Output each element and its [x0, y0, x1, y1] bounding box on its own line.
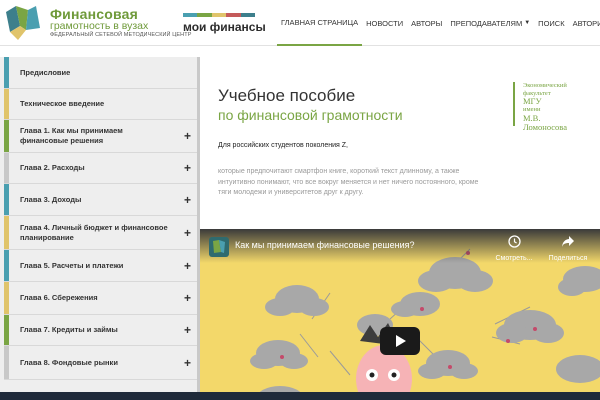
watch-later-button[interactable]: Смотреть...	[494, 235, 534, 262]
plus-icon[interactable]: +	[184, 129, 191, 143]
sidebar-item-label: Глава 1. Как мы принимаем финансовые реш…	[20, 126, 123, 145]
sidebar-item-label: Техническое введение	[20, 99, 105, 108]
sidebar-item-chapter-6[interactable]: Глава 6. Сбережения +	[4, 282, 197, 315]
plus-icon[interactable]: +	[184, 193, 191, 207]
page-title: Учебное пособие	[218, 86, 356, 105]
item-accent	[4, 315, 9, 345]
sidebar-item-tech-intro[interactable]: Техническое введение	[4, 89, 197, 120]
share-button[interactable]: Поделиться	[548, 235, 588, 262]
nav-search-label: ПОИСК	[538, 18, 565, 28]
nav-teachers-label: ПРЕПОДАВАТЕЛЯМ	[450, 18, 523, 28]
sidebar-item-label: Предисловие	[20, 67, 71, 77]
brand-color-bars	[183, 13, 256, 17]
caret-down-icon: ▼	[524, 20, 531, 26]
clock-icon	[507, 235, 521, 248]
item-accent	[4, 216, 9, 249]
plus-icon[interactable]: +	[184, 226, 191, 240]
main-nav: ГЛАВНАЯ СТРАНИЦА НОВОСТИ АВТОРЫ ПРЕПОДАВ…	[277, 0, 600, 46]
item-accent	[4, 346, 9, 379]
sidebar-item-label: Глава 8. Фондовые рынки	[20, 357, 118, 367]
item-accent	[4, 57, 9, 88]
nav-authors-label: АВТОРЫ	[411, 18, 443, 28]
video-player[interactable]: Как мы принимаем финансовые решения? Смо…	[200, 229, 600, 400]
page-subtitle: по финансовой грамотности	[218, 107, 403, 123]
item-accent	[4, 282, 9, 314]
sidebar-item-label: Глава 3. Доходы	[20, 194, 82, 204]
sidebar-item-chapter-5[interactable]: Глава 5. Расчеты и платежи +	[4, 250, 197, 282]
sidebar-item-label: Глава 7. Кредиты и займы	[20, 325, 118, 334]
item-accent	[4, 120, 9, 152]
sidebar-item-chapter-7[interactable]: Глава 7. Кредиты и займы +	[4, 315, 197, 346]
item-accent	[4, 153, 9, 183]
nav-home-label: ГЛАВНАЯ СТРАНИЦА	[281, 17, 359, 27]
watch-later-label: Смотреть...	[495, 255, 533, 262]
sidebar-item-chapter-2[interactable]: Глава 2. Расходы +	[4, 153, 197, 184]
faculty-badge: Экономический факультет МГУ имени М.В. Л…	[513, 82, 583, 131]
os-taskbar	[0, 392, 600, 400]
nav-login[interactable]: АВТОРИЗАЦИЯ	[569, 0, 600, 46]
badge-line: Экономический	[523, 82, 567, 89]
badge-line: МГУ	[523, 96, 542, 106]
logo-subtitle: грамотность в вузах	[50, 20, 149, 32]
intro-text: Для российских студентов поколения Z,	[218, 142, 348, 149]
sidebar-item-label: Глава 2. Расходы	[20, 163, 85, 172]
sidebar-item-label: Глава 6. Сбережения	[20, 293, 98, 302]
sidebar-item-chapter-1[interactable]: Глава 1. Как мы принимаем финансовые реш…	[4, 120, 197, 153]
sidebar-item-chapter-4[interactable]: Глава 4. Личный бюджет и финансовое план…	[4, 216, 197, 250]
logo-icon[interactable]	[6, 6, 46, 40]
intro-paragraph: которые предпочитают смартфон книге, кор…	[218, 168, 479, 196]
logo-tagline: ФЕДЕРАЛЬНЫЙ СЕТЕВОЙ МЕТОДИЧЕСКИЙ ЦЕНТР	[50, 32, 192, 38]
plus-icon[interactable]: +	[184, 161, 191, 175]
plus-icon[interactable]: +	[184, 259, 191, 273]
sidebar-item-label: Глава 4. Личный бюджет и финансовое план…	[20, 222, 168, 242]
nav-home[interactable]: ГЛАВНАЯ СТРАНИЦА	[277, 0, 363, 46]
plus-icon[interactable]: +	[184, 291, 191, 305]
sidebar-item-label: Глава 5. Расчеты и платежи	[20, 260, 124, 270]
play-icon	[396, 335, 406, 347]
nav-search[interactable]: ПОИСК	[534, 0, 568, 46]
site-header: Финансовая грамотность в вузах ФЕДЕРАЛЬН…	[0, 0, 600, 46]
sidebar-item-chapter-8[interactable]: Глава 8. Фондовые рынки +	[4, 346, 197, 380]
chapter-sidebar: Предисловие Техническое введение Глава 1…	[0, 57, 197, 400]
plus-icon[interactable]: +	[184, 356, 191, 370]
brand-title[interactable]: мои финансы	[183, 20, 266, 34]
share-label: Поделиться	[548, 255, 588, 262]
plus-icon[interactable]: +	[184, 323, 191, 337]
nav-teachers[interactable]: ПРЕПОДАВАТЕЛЯМ ▼	[446, 0, 534, 46]
item-accent	[4, 250, 9, 281]
item-accent	[4, 184, 9, 215]
sidebar-item-chapter-3[interactable]: Глава 3. Доходы +	[4, 184, 197, 216]
item-accent	[4, 89, 9, 119]
nav-news-label: НОВОСТИ	[366, 18, 404, 28]
video-title[interactable]: Как мы принимаем финансовые решения?	[235, 240, 415, 250]
nav-news[interactable]: НОВОСТИ	[362, 0, 407, 46]
share-icon	[562, 236, 574, 247]
sidebar-item-preface[interactable]: Предисловие	[4, 57, 197, 89]
nav-authors[interactable]: АВТОРЫ	[407, 0, 446, 46]
badge-line: М.В. Ломоносова	[523, 112, 567, 132]
channel-logo-icon[interactable]	[209, 237, 229, 257]
nav-login-label: АВТОРИЗАЦИЯ	[572, 18, 600, 28]
play-button[interactable]	[380, 327, 420, 355]
